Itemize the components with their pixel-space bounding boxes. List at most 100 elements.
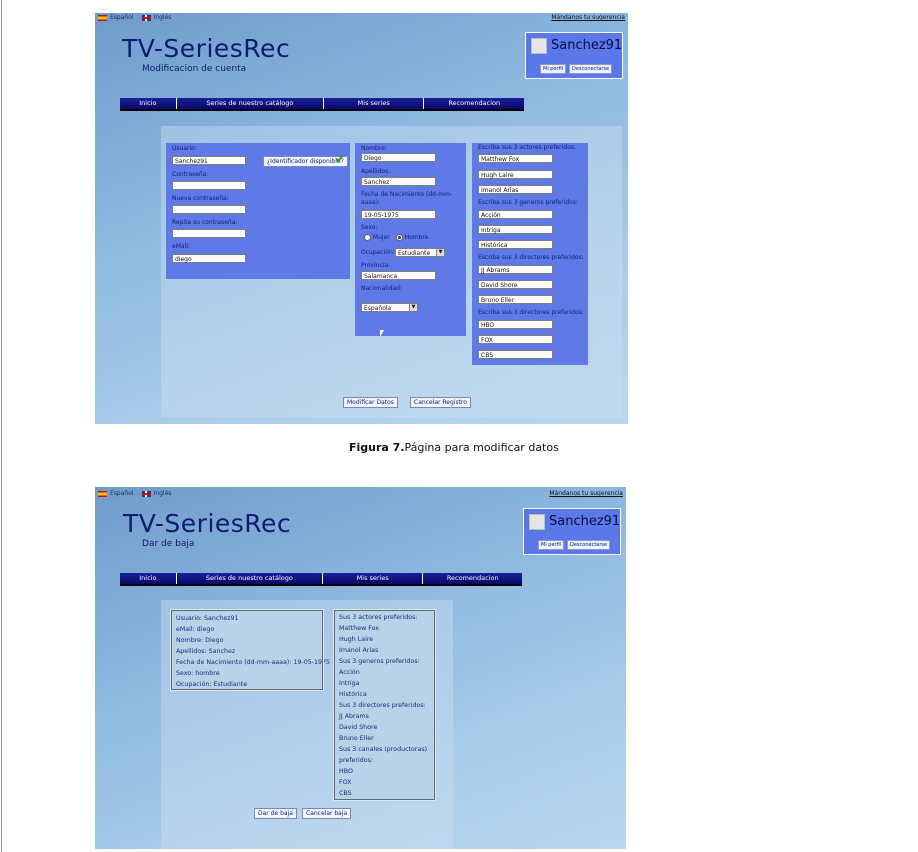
summary-line: CBS — [339, 790, 352, 797]
summary-line: Acción — [339, 669, 360, 676]
radio-mujer[interactable] — [364, 234, 371, 241]
new-password-input[interactable] — [172, 205, 246, 214]
figure-caption: Figura 7.Página para modificar datos — [349, 441, 559, 454]
summary-line: Sexo: hombre — [176, 670, 220, 677]
actor-input[interactable]: Hugh Laire — [478, 170, 553, 179]
provincia-input[interactable]: Salamanca — [361, 271, 436, 280]
repeat-password-input[interactable] — [172, 229, 246, 238]
summary-line: JJ Abrams — [339, 713, 369, 720]
uk-flag-icon[interactable] — [141, 14, 151, 21]
lang-en-link[interactable]: Inglés — [154, 14, 172, 21]
screenshot-deactivate-account: Español Inglés Mándanos tu sugerencia TV… — [95, 487, 626, 849]
summary-line: Fecha de Nacimiento (dd-mm-aaaa): 19-05-… — [176, 659, 331, 666]
sexo-label: Sexo: — [361, 224, 378, 231]
new-password-label: Nueva contraseña: — [172, 195, 229, 202]
mujer-label: Mujer — [372, 234, 390, 241]
director-input[interactable]: JJ Abrams — [478, 265, 553, 274]
summary-line: Nombre: Diego — [176, 637, 224, 644]
apellidos-input[interactable]: Sanchez — [361, 177, 436, 186]
chevron-down-icon: ▼ — [409, 304, 417, 311]
caption-text: Página para modificar datos — [404, 441, 559, 454]
canal-input[interactable]: HBO — [478, 320, 553, 329]
nav-mis-series[interactable]: Mis series — [323, 573, 424, 584]
logout-button[interactable]: Desconectarse — [569, 64, 613, 74]
suggestion-link[interactable]: Mándanos tu sugerencia — [549, 490, 623, 497]
director-input[interactable]: Bruno Eller — [478, 295, 553, 304]
nav-inicio[interactable]: Inicio — [120, 573, 177, 584]
canal-input[interactable]: FOX — [478, 335, 553, 344]
nav-inicio[interactable]: Inicio — [120, 98, 177, 109]
mouse-cursor-icon — [380, 330, 384, 337]
suggestion-link[interactable]: Mándanos tu sugerencia — [551, 14, 625, 21]
genero-input[interactable]: Acción — [478, 210, 553, 219]
deactivate-button[interactable]: Dar de baja — [254, 808, 297, 819]
caption-prefix: Figura 7. — [349, 441, 405, 454]
page-subtitle: Modificacion de cuenta — [142, 64, 247, 74]
modify-data-button[interactable]: Modificar Datos — [343, 397, 398, 408]
avatar — [531, 38, 547, 54]
username: Sanchez91 — [549, 514, 621, 529]
account-panel: Usuario: Sanchez91 ¿Identificador dispon… — [166, 143, 350, 279]
preferences-panel: Escriba sus 3 actores preferidos: Matthe… — [472, 143, 588, 365]
sexo-options: Mujer Hombre — [364, 234, 428, 241]
summary-line: Sus 3 canales (productoras) — [339, 746, 428, 753]
apellidos-label: Apellidos: — [361, 168, 391, 175]
summary-line: Intriga — [339, 680, 360, 687]
nacionalidad-select[interactable]: Española ▼ — [361, 303, 418, 312]
lang-en-link[interactable]: Inglés — [154, 490, 172, 497]
canal-input[interactable]: CBS — [478, 350, 553, 359]
usuario-input[interactable]: Sanchez91 — [172, 156, 246, 165]
nombre-input[interactable]: Diego — [361, 153, 436, 162]
username: Sanchez91 — [551, 38, 623, 53]
summary-line: FOX — [339, 779, 352, 786]
logout-button[interactable]: Desconectarse — [567, 540, 611, 550]
cancel-deactivate-button[interactable]: Cancelar baja — [302, 808, 352, 819]
canales-label: Escriba sus 3 directores preferidos: — [478, 309, 584, 316]
nav-catalogo[interactable]: Series de nuestro catálogo — [177, 98, 324, 109]
checkmark-icon: ✔ — [335, 152, 346, 166]
profile-button[interactable]: Mi perfil — [538, 540, 565, 550]
genero-input[interactable]: Intriga — [478, 225, 553, 234]
summary-line: Usuario: Sanchez91 — [176, 615, 239, 622]
spain-flag-icon[interactable] — [98, 490, 107, 497]
page-margin-line — [1, 0, 2, 852]
user-box: Sanchez91 Mi perfil Desconectarse — [523, 508, 621, 555]
cancel-registration-button[interactable]: Cancelar Registro — [410, 397, 471, 408]
nacionalidad-value: Española — [364, 305, 392, 312]
genero-input[interactable]: Histórica — [478, 240, 553, 249]
actor-input[interactable]: Matthew Fox — [478, 154, 553, 163]
email-input[interactable]: diego — [172, 254, 246, 263]
summary-line: eMail: diego — [176, 626, 215, 633]
screenshot-modify-account: Español Inglés Mándanos tu sugerencia TV… — [95, 13, 628, 424]
hombre-label: Hombre — [404, 234, 429, 241]
profile-button[interactable]: Mi perfil — [540, 64, 567, 74]
nav-mis-series[interactable]: Mis series — [324, 98, 425, 109]
spain-flag-icon[interactable] — [98, 14, 107, 21]
radio-hombre[interactable] — [395, 234, 403, 241]
summary-line: Matthew Fox — [339, 625, 380, 632]
summary-line: preferidos: — [339, 757, 374, 764]
lang-es-link[interactable]: Español — [110, 14, 134, 21]
fecha-label: Fecha de Nacimiento (dd-mm-aaaa): — [361, 191, 452, 206]
nav-recomendacion[interactable]: Recomendacion — [424, 98, 524, 109]
page-subtitle: Dar de baja — [142, 539, 195, 549]
personal-panel: Nombre: Diego Apellidos: Sanchez Fecha d… — [355, 143, 466, 337]
director-input[interactable]: David Shore — [478, 280, 553, 289]
nav-catalogo[interactable]: Series de nuestro catálogo — [177, 573, 323, 584]
ocupacion-select[interactable]: Estudiante ▼ — [395, 248, 445, 257]
summary-line: Apellidos: Sanchez — [176, 648, 236, 655]
nacionalidad-label: Nacionalidad: — [361, 285, 402, 292]
provincia-label: Provincia: — [361, 262, 391, 269]
fecha-input[interactable]: 19-05-1975 — [361, 210, 436, 219]
summary-line: Bruno Eller — [339, 735, 374, 742]
avatar — [529, 514, 545, 530]
lang-es-link[interactable]: Español — [110, 490, 134, 497]
password-input[interactable] — [172, 181, 246, 190]
uk-flag-icon[interactable] — [141, 490, 151, 497]
ocupacion-label: Ocupación: — [361, 249, 395, 256]
nav-recomendacion[interactable]: Recomendacion — [423, 573, 522, 584]
main-nav: Inicio Series de nuestro catálogo Mis se… — [120, 573, 522, 586]
app-logo: TV-SeriesRec — [123, 509, 292, 538]
summary-line: Ocupación: Estudiante — [176, 681, 248, 688]
actor-input[interactable]: Imanol Arias — [478, 185, 553, 194]
